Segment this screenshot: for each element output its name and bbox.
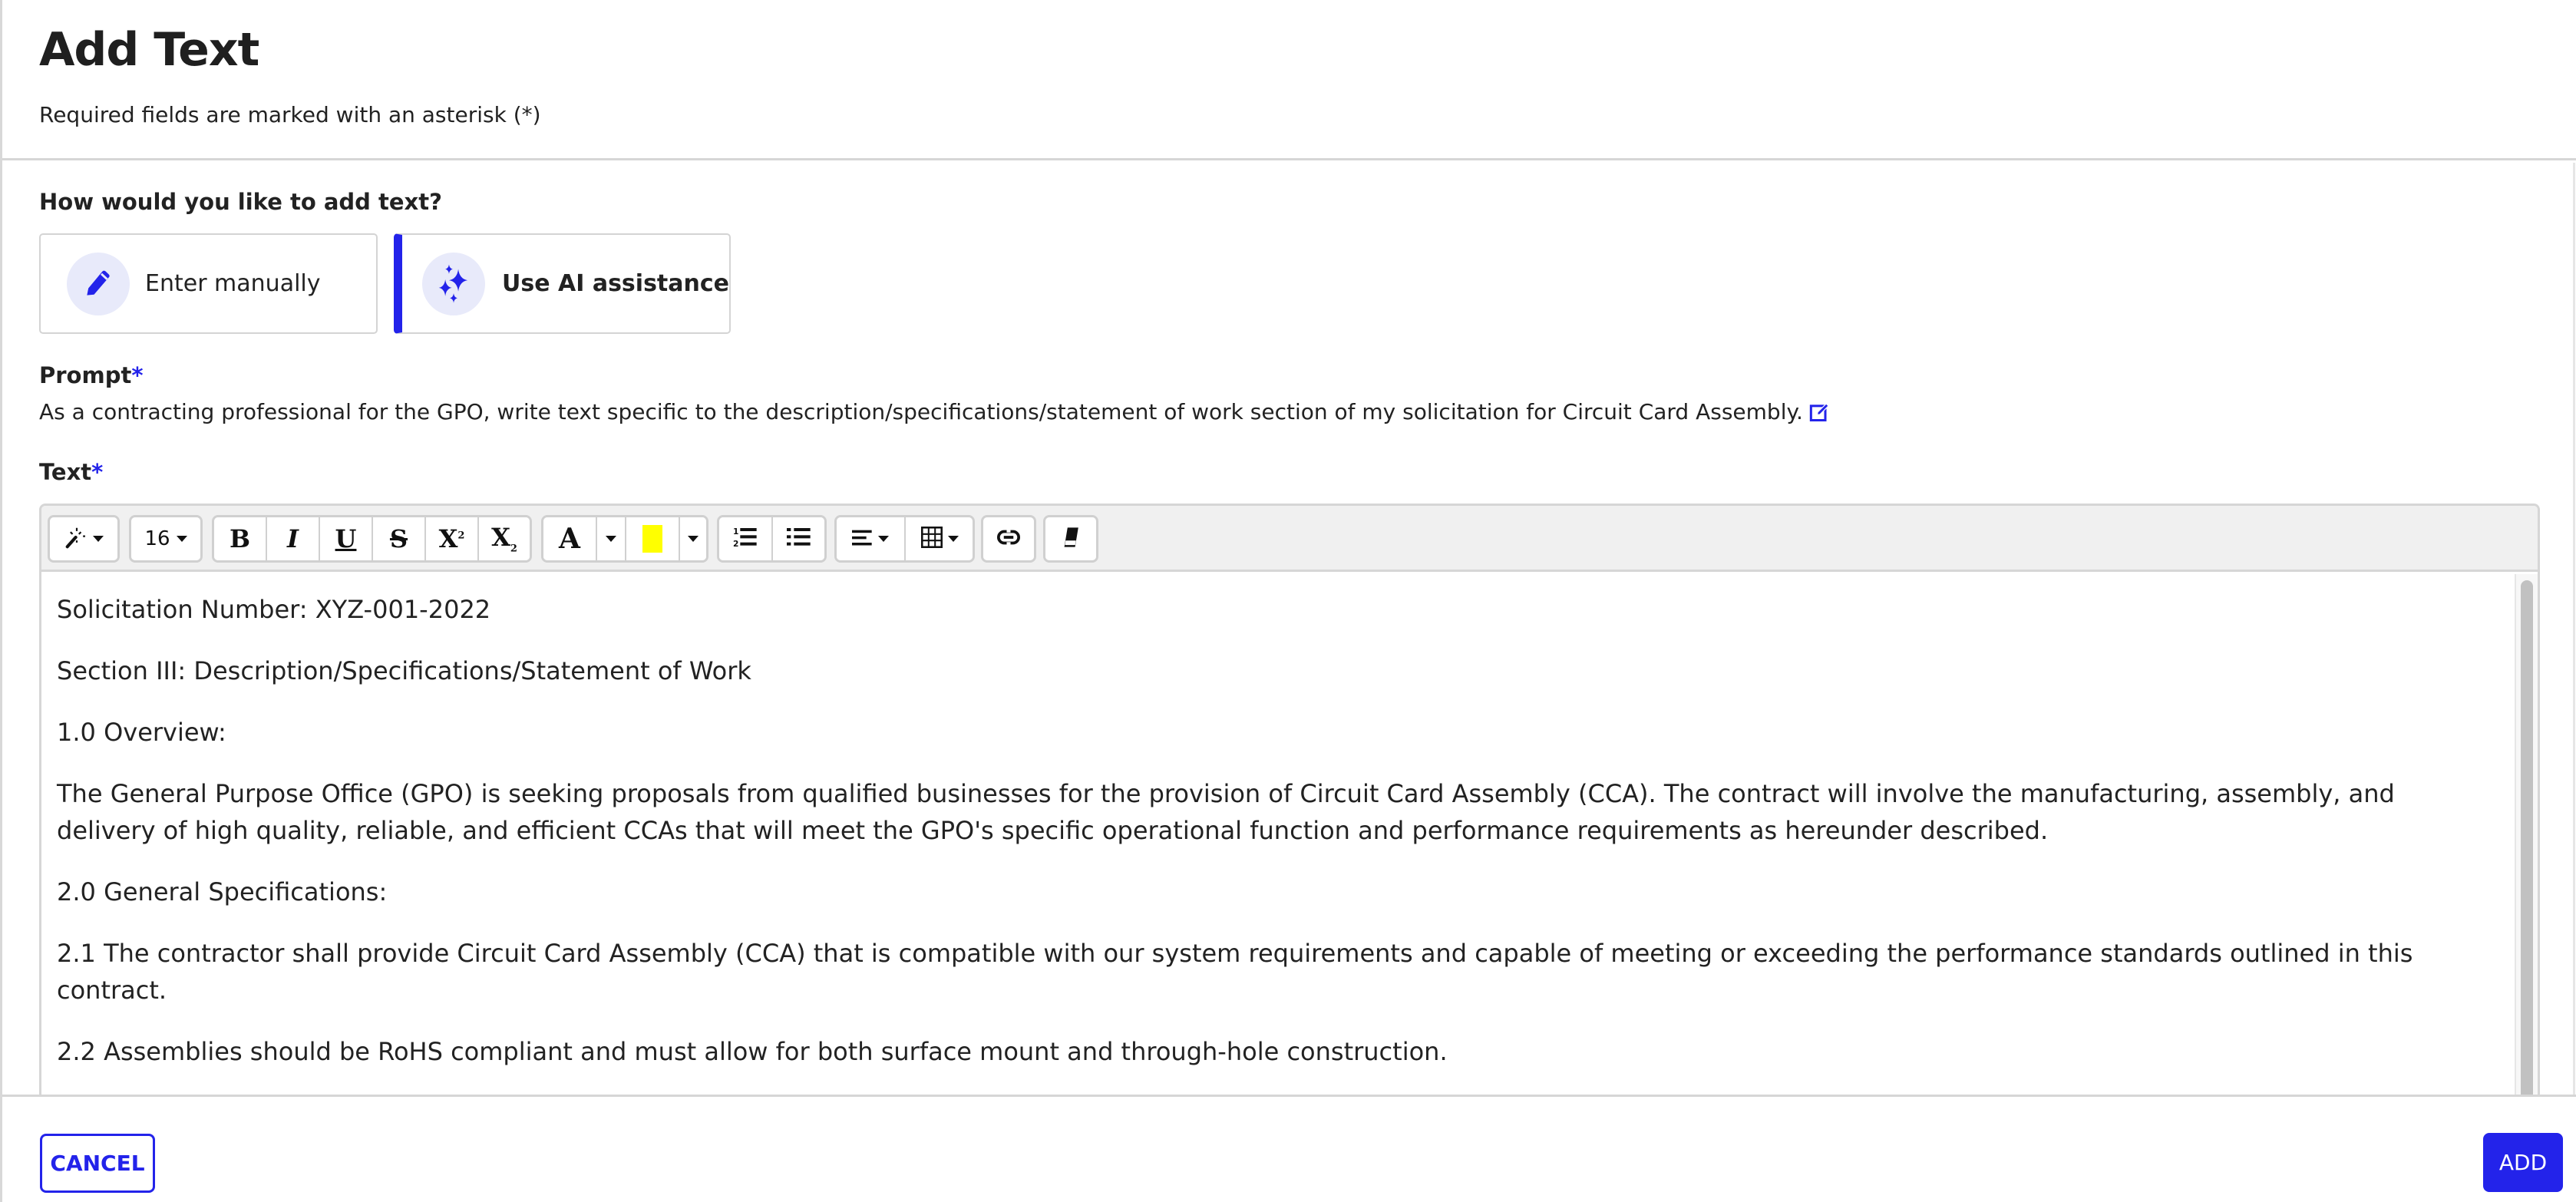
editor-scrollbar[interactable]: [2515, 574, 2538, 1095]
unordered-list-icon: [786, 526, 811, 552]
style-group: [48, 515, 120, 563]
caret-down-icon: [606, 536, 616, 542]
rich-text-editor: 16 B I U S X2 X2 A 1 2 Solicitation Numb…: [39, 504, 2540, 1095]
font-color-icon: A: [559, 523, 580, 555]
caret-down-icon: [688, 536, 698, 542]
subscript-button[interactable]: X2: [479, 517, 530, 560]
subscript-glyph: X: [491, 523, 510, 553]
dialog-header: Add Text Required fields are marked with…: [2, 0, 2576, 160]
align-dropdown[interactable]: [837, 517, 906, 560]
editor-paragraph: Solicitation Number: XYZ-001-2022: [57, 595, 491, 624]
required-fields-note: Required fields are marked with an aster…: [39, 102, 541, 127]
highlight-color-dropdown[interactable]: [680, 517, 706, 560]
highlight-color-swatch: [642, 525, 662, 553]
font-size-dropdown[interactable]: 16: [131, 517, 200, 560]
italic-button[interactable]: I: [267, 517, 320, 560]
font-size-group: 16: [129, 515, 203, 563]
prompt-label-text: Prompt: [39, 362, 132, 388]
font-size-value: 16: [144, 527, 170, 550]
clear-formatting-button[interactable]: [1045, 517, 1096, 560]
color-group: A: [541, 515, 708, 563]
align-left-icon: [852, 527, 874, 550]
caret-down-icon: [878, 536, 889, 542]
editor-toolbar: 16 B I U S X2 X2 A 1 2: [41, 506, 2538, 572]
font-color-button[interactable]: A: [543, 517, 597, 560]
editor-paragraph: The General Purpose Office (GPO) is seek…: [57, 779, 2395, 845]
unordered-list-button[interactable]: [773, 517, 824, 560]
ordered-list-button[interactable]: 1 2: [719, 517, 773, 560]
svg-text:1: 1: [733, 527, 738, 537]
bold-icon: B: [229, 524, 251, 553]
text-label: Text*: [39, 459, 103, 485]
editor-content[interactable]: Solicitation Number: XYZ-001-2022 Sectio…: [41, 574, 2512, 1095]
svg-text:2: 2: [733, 539, 738, 549]
superscript-mark: 2: [457, 530, 465, 542]
underline-icon: U: [335, 524, 357, 553]
magic-wand-icon: [64, 526, 90, 552]
editor-paragraph: Section III: Description/Specifications/…: [57, 656, 751, 685]
caret-down-icon: [947, 536, 959, 542]
scrollbar-thumb[interactable]: [2521, 580, 2533, 1095]
text-format-group: B I U S X2 X2: [212, 515, 532, 563]
editor-paragraph: 1.0 Overview:: [57, 718, 226, 747]
subscript-mark: 2: [510, 543, 517, 555]
page-title: Add Text: [39, 23, 259, 77]
list-group: 1 2: [717, 515, 827, 563]
prompt-value: As a contracting professional for the GP…: [39, 399, 1831, 424]
italic-icon: I: [287, 524, 299, 553]
add-method-question: How would you like to add text?: [39, 189, 442, 215]
dialog: Add Text Required fields are marked with…: [0, 0, 2576, 1202]
subscript-icon: X2: [491, 523, 517, 554]
required-asterisk: *: [91, 459, 104, 485]
table-icon: [920, 527, 943, 551]
pencil-icon: [67, 252, 130, 315]
eraser-icon: [1062, 527, 1080, 551]
link-icon: [997, 529, 1020, 549]
option-enter-manually[interactable]: Enter manually: [39, 233, 378, 334]
strikethrough-icon: S: [389, 524, 408, 553]
superscript-glyph: X: [438, 524, 458, 553]
editor-paragraph: 2.0 General Specifications:: [57, 877, 388, 906]
dialog-footer: CANCEL ADD: [2, 1095, 2576, 1202]
superscript-icon: X2: [439, 524, 465, 553]
sparkles-icon: [422, 252, 485, 315]
paragraph-group: [834, 515, 975, 563]
style-dropdown-button[interactable]: [50, 517, 117, 560]
option-label: Enter manually: [145, 270, 321, 297]
link-group: [981, 515, 1036, 563]
prompt-label: Prompt*: [39, 362, 144, 388]
option-label: Use AI assistance: [502, 270, 730, 297]
editor-paragraph: 2.2 Assemblies should be RoHS compliant …: [57, 1037, 1448, 1066]
text-label-text: Text: [39, 459, 92, 485]
editor-paragraph: 2.1 The contractor shall provide Circuit…: [57, 939, 2413, 1005]
underline-button[interactable]: U: [320, 517, 373, 560]
required-asterisk: *: [131, 362, 144, 388]
prompt-text: As a contracting professional for the GP…: [39, 399, 1803, 424]
add-button[interactable]: ADD: [2483, 1133, 2563, 1192]
cancel-button[interactable]: CANCEL: [40, 1134, 155, 1193]
caret-down-icon: [176, 536, 187, 542]
insert-link-button[interactable]: [983, 517, 1034, 560]
ordered-list-icon: 1 2: [733, 526, 758, 552]
table-dropdown[interactable]: [906, 517, 973, 560]
bold-button[interactable]: B: [214, 517, 267, 560]
clear-format-group: [1043, 515, 1098, 563]
font-color-dropdown[interactable]: [597, 517, 626, 560]
caret-down-icon: [93, 536, 104, 542]
strikethrough-button[interactable]: S: [373, 517, 426, 560]
highlight-color-button[interactable]: [626, 517, 680, 560]
edit-icon[interactable]: [1809, 401, 1831, 423]
option-use-ai-assistance[interactable]: Use AI assistance: [394, 233, 731, 334]
superscript-button[interactable]: X2: [426, 517, 479, 560]
